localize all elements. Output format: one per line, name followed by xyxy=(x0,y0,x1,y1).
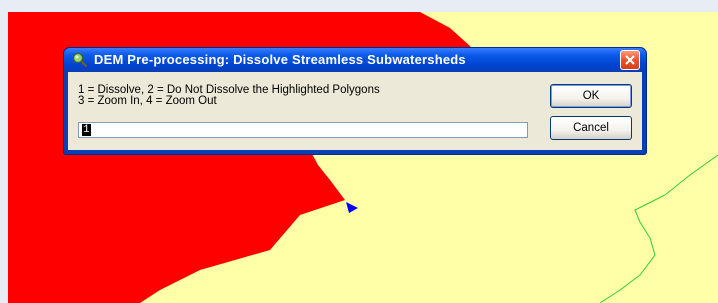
close-icon xyxy=(625,55,635,65)
dialog-title: DEM Pre-processing: Dissolve Streamless … xyxy=(94,52,466,67)
response-input[interactable]: 1 xyxy=(78,122,528,138)
prompt-text-line-2: 3 = Zoom In, 4 = Zoom Out xyxy=(78,95,217,107)
dialog-body: 1 = Dissolve, 2 = Do Not Dissolve the Hi… xyxy=(68,72,642,150)
cancel-button[interactable]: Cancel xyxy=(550,116,632,140)
response-input-value: 1 xyxy=(82,124,91,136)
dissolve-dialog: DEM Pre-processing: Dissolve Streamless … xyxy=(64,48,646,154)
dialog-titlebar[interactable]: DEM Pre-processing: Dissolve Streamless … xyxy=(64,48,646,72)
app-icon xyxy=(72,52,88,68)
close-button[interactable] xyxy=(620,50,640,70)
ok-button[interactable]: OK xyxy=(550,84,632,108)
